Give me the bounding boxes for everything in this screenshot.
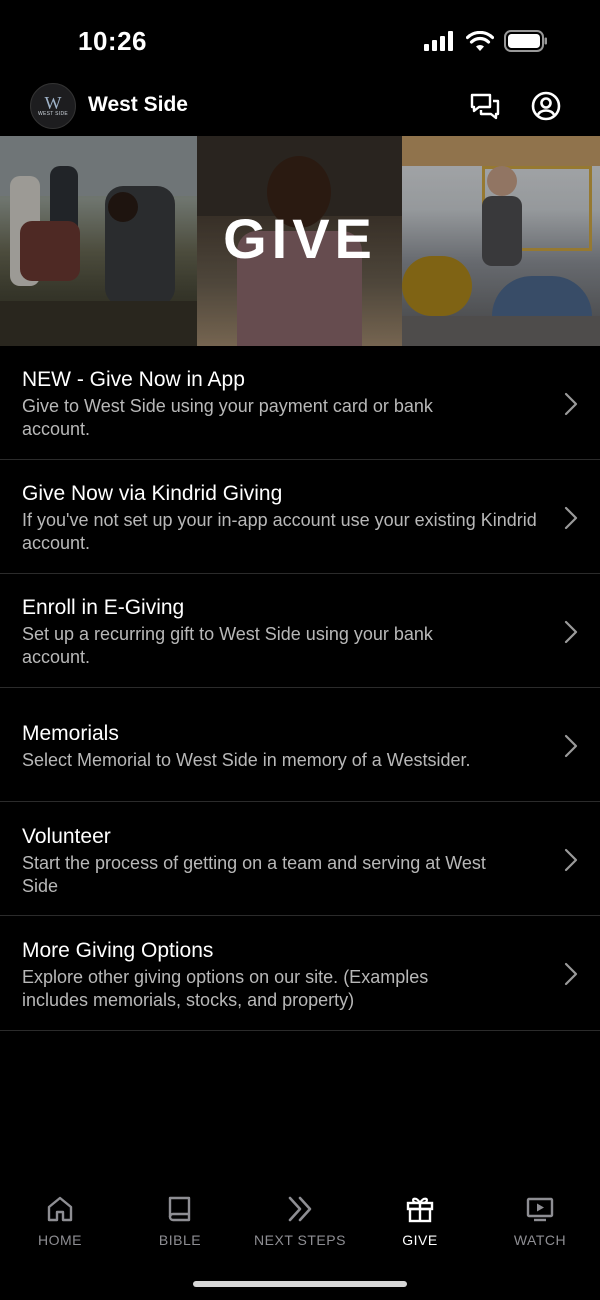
item-description: Start the process of getting on a team a… — [22, 853, 486, 896]
double-chevron-icon — [288, 1196, 312, 1222]
item-description: Give to West Side using your payment car… — [22, 396, 433, 439]
tab-next-steps[interactable]: NEXT STEPS — [240, 1180, 360, 1248]
tab-bible[interactable]: BIBLE — [120, 1180, 240, 1248]
banner-title: GIVE — [223, 207, 377, 270]
tab-label: BIBLE — [158, 1232, 202, 1248]
battery-icon — [504, 30, 547, 52]
tab-label: HOME — [38, 1232, 82, 1248]
tab-watch[interactable]: WATCH — [480, 1180, 600, 1248]
app-header: W WEST SIDE West Side — [0, 80, 600, 136]
tab-home[interactable]: HOME — [0, 1180, 120, 1248]
item-title: NEW - Give Now in App — [22, 368, 245, 391]
logo-text: WEST SIDE — [37, 111, 69, 117]
chevron-right-icon — [564, 962, 578, 986]
item-description: Explore other giving options on our site… — [22, 967, 429, 1010]
chevron-right-icon — [564, 506, 578, 530]
app-title: West Side — [88, 93, 188, 116]
tv-play-icon — [526, 1197, 554, 1222]
chevron-right-icon — [564, 734, 578, 758]
church-logo: W WEST SIDE — [30, 83, 76, 129]
memorials-item[interactable]: Memorials Select Memorial to West Side i… — [0, 688, 600, 802]
give-options-list: NEW - Give Now in App Give to West Side … — [0, 346, 600, 1031]
signal-icon — [424, 31, 453, 51]
item-title: Volunteer — [22, 825, 111, 848]
chevron-right-icon — [564, 620, 578, 644]
gift-icon — [406, 1197, 434, 1223]
item-title: Give Now via Kindrid Giving — [22, 482, 283, 505]
bottom-tab-bar: HOME BIBLE NEXT STEPS GIVE WATCH — [0, 1180, 600, 1260]
item-description: If you've not set up your in-app account… — [22, 510, 537, 553]
status-icons — [424, 30, 548, 52]
book-icon — [168, 1196, 191, 1222]
item-description: Select Memorial to West Side in memory o… — [22, 750, 471, 770]
tab-label: GIVE — [402, 1232, 438, 1248]
kindrid-giving-item[interactable]: Give Now via Kindrid Giving If you've no… — [0, 460, 600, 574]
give-banner: GIVE — [0, 136, 600, 346]
status-time: 10:26 — [78, 26, 147, 56]
wifi-icon — [466, 30, 494, 51]
chevron-right-icon — [564, 392, 578, 416]
home-icon — [47, 1196, 73, 1222]
volunteer-item[interactable]: Volunteer Start the process of getting o… — [0, 802, 600, 916]
give-now-in-app-item[interactable]: NEW - Give Now in App Give to West Side … — [0, 346, 600, 460]
status-bar: 10:26 — [0, 0, 600, 80]
item-title: More Giving Options — [22, 939, 214, 962]
profile-icon[interactable] — [530, 90, 562, 122]
chevron-right-icon — [564, 848, 578, 872]
tab-give[interactable]: GIVE — [360, 1180, 480, 1248]
more-giving-options-item[interactable]: More Giving Options Explore other giving… — [0, 916, 600, 1031]
chat-bubbles-icon[interactable] — [469, 90, 501, 122]
item-title: Memorials — [22, 722, 119, 745]
tab-label: NEXT STEPS — [254, 1232, 346, 1248]
logo-letter: W — [44, 93, 62, 113]
tab-label: WATCH — [513, 1232, 567, 1248]
item-title: Enroll in E-Giving — [22, 596, 185, 619]
e-giving-item[interactable]: Enroll in E-Giving Set up a recurring gi… — [0, 574, 600, 688]
home-indicator[interactable] — [193, 1281, 407, 1287]
item-description: Set up a recurring gift to West Side usi… — [22, 624, 433, 667]
